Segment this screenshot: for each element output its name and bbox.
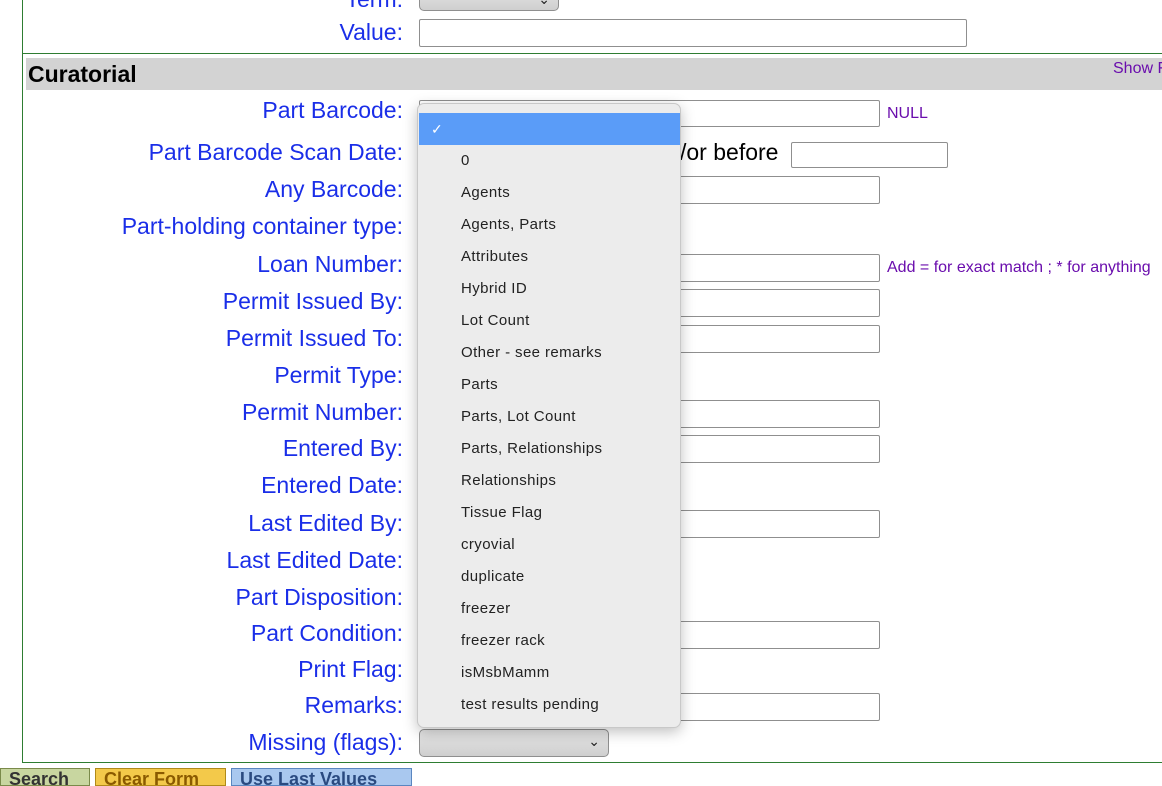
dropdown-option[interactable]: Relationships (419, 465, 680, 497)
dropdown-option[interactable]: freezer rack (419, 625, 680, 657)
field-label: Part Condition: (250, 620, 403, 646)
field-label: Missing (flags): (248, 729, 403, 755)
field-label: Last Edited Date: (226, 547, 403, 573)
field-label: Entered By: (282, 435, 403, 461)
value-input[interactable] (419, 19, 967, 47)
search-button[interactable]: Search (0, 768, 90, 786)
term-select[interactable]: ⌄ (419, 0, 559, 11)
missing-flags-select[interactable]: ⌄ (419, 729, 609, 757)
dropdown-option[interactable]: Tissue Flag (419, 497, 680, 529)
field-label: Permit Number: (241, 399, 403, 425)
field-label: Part Disposition: (235, 584, 403, 610)
dropdown-option[interactable]: Parts, Lot Count (419, 401, 680, 433)
null-link[interactable]: NULL (887, 105, 928, 123)
clear-form-button[interactable]: Clear Form (95, 768, 226, 786)
form-border-bottom (22, 762, 1162, 763)
field-label: Permit Type: (274, 362, 403, 388)
field-label: Part-holding container type: (121, 213, 403, 239)
checkmark-icon: ✓ (431, 121, 444, 137)
dropdown-option[interactable]: Lot Count (419, 305, 680, 337)
curatorial-section-header: Curatorial Show F (26, 58, 1162, 90)
value-label: Value: (339, 19, 403, 45)
dropdown-option[interactable]: duplicate (419, 561, 680, 593)
use-last-values-button[interactable]: Use Last Values (231, 768, 412, 786)
chevron-down-icon: ⌄ (588, 733, 600, 749)
form-border-left (22, 0, 23, 762)
field-label: Loan Number: (257, 251, 403, 277)
or-before-label: /or before (680, 139, 779, 165)
dropdown-option[interactable]: Hybrid ID (419, 273, 680, 305)
dropdown-option[interactable]: isMsbMamm (419, 657, 680, 689)
dropdown-option[interactable]: test results pending (419, 689, 680, 721)
field-label: Last Edited By: (248, 510, 403, 536)
loan-hint: Add = for exact match ; * for anything (887, 259, 1151, 276)
field-label: Part Barcode Scan Date: (148, 139, 403, 165)
section-divider (22, 53, 1162, 54)
field-label: Permit Issued To: (225, 325, 403, 351)
missing-flags-dropdown[interactable]: ✓ 0 Agents Agents, Parts Attributes Hybr… (417, 103, 681, 728)
chevron-down-icon: ⌄ (538, 0, 550, 8)
scan-date-before-input[interactable] (791, 142, 948, 168)
field-label: Entered Date: (261, 472, 403, 498)
dropdown-option[interactable]: Parts (419, 369, 680, 401)
dropdown-option[interactable]: Attributes (419, 241, 680, 273)
dropdown-option[interactable]: 0 (419, 145, 680, 177)
field-label: Permit Issued By: (222, 288, 403, 314)
dropdown-option[interactable]: Other - see remarks (419, 337, 680, 369)
term-label: Term: (346, 0, 404, 13)
field-label: Remarks: (304, 692, 403, 718)
dropdown-option[interactable]: cryovial (419, 529, 680, 561)
dropdown-option[interactable]: ✓ (419, 113, 680, 145)
field-label: Any Barcode: (264, 176, 403, 202)
show-more-link[interactable]: Show F (1113, 60, 1162, 78)
dropdown-option[interactable]: Agents, Parts (419, 209, 680, 241)
dropdown-option[interactable]: freezer (419, 593, 680, 625)
section-title: Curatorial (28, 61, 137, 87)
field-label: Print Flag: (298, 656, 403, 682)
dropdown-option[interactable]: Agents (419, 177, 680, 209)
field-label: Part Barcode: (262, 97, 403, 123)
dropdown-option[interactable]: Parts, Relationships (419, 433, 680, 465)
